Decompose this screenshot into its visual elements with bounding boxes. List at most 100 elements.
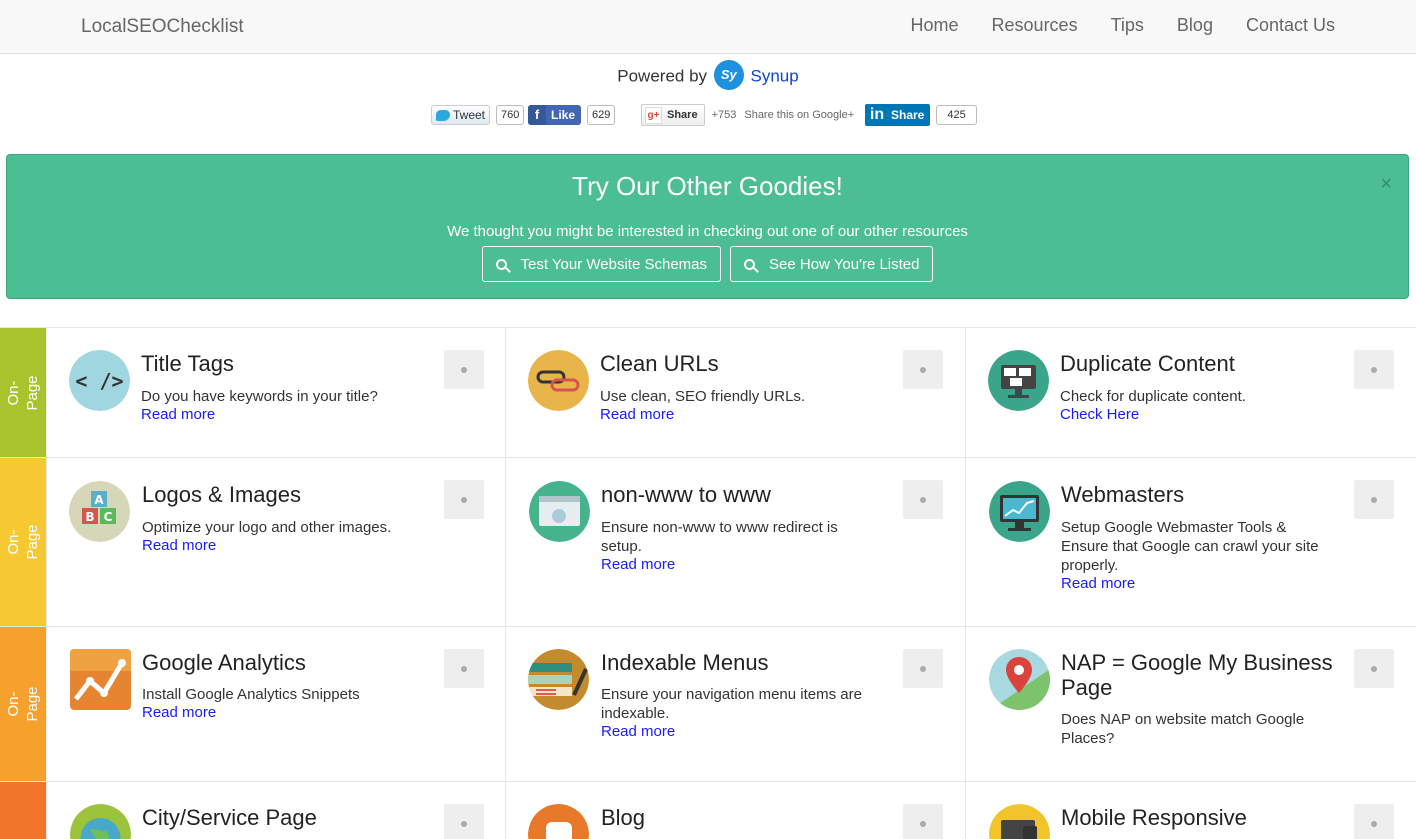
complete-checkbox[interactable]	[444, 480, 484, 519]
item-title: Indexable Menus	[601, 650, 769, 675]
read-more-link[interactable]: Read more	[601, 556, 675, 573]
checklist-item: Duplicate Content Check for duplicate co…	[965, 328, 1416, 457]
see-listed-button[interactable]: See How You're Listed	[730, 246, 934, 282]
read-more-link[interactable]: Read more	[601, 723, 675, 740]
item-description: Check for duplicate content.	[1060, 388, 1246, 405]
item-title: Mobile Responsive	[1061, 805, 1247, 830]
browser-gear-icon	[529, 481, 590, 542]
checklist-item: Blog	[505, 782, 965, 839]
read-more-link[interactable]: Read more	[141, 406, 215, 423]
read-more-link[interactable]: Read more	[600, 406, 674, 423]
item-title: NAP = Google My Business Page	[1061, 650, 1333, 700]
item-description: Optimize your logo and other images.	[142, 519, 392, 536]
item-description: Install Google Analytics Snippets	[142, 686, 360, 703]
tweet-widget: Tweet 760	[431, 104, 525, 126]
globe-icon	[70, 804, 131, 839]
checklist-row: On- Page < /> Title Tags Do you have keyw…	[0, 327, 1416, 457]
complete-checkbox[interactable]	[903, 804, 943, 839]
item-title: Clean URLs	[600, 351, 719, 376]
item-title: City/Service Page	[142, 805, 317, 830]
goodies-banner: Try Our Other Goodies! × We thought you …	[6, 154, 1409, 299]
synup-link[interactable]: Synup	[751, 66, 799, 85]
search-icon	[744, 258, 756, 270]
analytics-chart-icon	[70, 649, 131, 710]
checklist-item: Google Analytics Install Google Analytic…	[46, 627, 506, 781]
complete-checkbox[interactable]	[903, 649, 943, 688]
complete-checkbox[interactable]	[1354, 649, 1394, 688]
complete-checkbox[interactable]	[444, 350, 484, 389]
checklist-grid: On- Page < /> Title Tags Do you have keyw…	[0, 327, 1416, 839]
checklist-item: Indexable Menus Ensure your navigation m…	[505, 627, 965, 781]
read-more-link[interactable]: Read more	[142, 537, 216, 554]
category-label: On- Page	[0, 458, 46, 626]
banner-close-icon[interactable]: ×	[1380, 173, 1392, 196]
see-listed-label: See How You're Listed	[769, 255, 920, 273]
svg-text:A: A	[94, 493, 104, 507]
checklist-item: non-www to www Ensure non-www to www red…	[505, 458, 965, 626]
item-title: Logos & Images	[142, 482, 301, 507]
nav-tips[interactable]: Tips	[1111, 15, 1144, 36]
nav-blog[interactable]: Blog	[1177, 15, 1213, 36]
menu-pen-icon	[528, 649, 589, 710]
linkedin-widget: in Share 425	[865, 104, 977, 126]
nav-links: Home Resources Tips Blog Contact Us	[911, 15, 1335, 36]
checklist-item: NAP = Google My Business Page Does NAP o…	[965, 627, 1416, 781]
item-title: Duplicate Content	[1060, 351, 1235, 376]
complete-checkbox[interactable]	[1354, 804, 1394, 839]
synup-logo-icon[interactable]: Sy	[713, 60, 744, 90]
abc-blocks-icon: ABC	[69, 481, 130, 542]
navbar: LocalSEOChecklist Home Resources Tips Bl…	[0, 0, 1416, 54]
read-more-link[interactable]: Read more	[1061, 575, 1135, 592]
monitor-chart-icon	[989, 481, 1050, 542]
powered-by-label: Powered by	[617, 66, 708, 86]
test-schemas-button[interactable]: Test Your Website Schemas	[481, 246, 722, 282]
svg-text:< />: < />	[75, 369, 123, 393]
facebook-like-button[interactable]: f Like	[528, 105, 582, 125]
test-schemas-label: Test Your Website Schemas	[520, 255, 708, 273]
complete-checkbox[interactable]	[1354, 350, 1394, 389]
checklist-row: On- Page Google Analytics Install Google …	[0, 626, 1416, 781]
check-here-link[interactable]: Check Here	[1060, 406, 1139, 423]
like-widget: f Like 629	[528, 104, 616, 126]
banner-title: Try Our Other Goodies!	[572, 171, 843, 201]
category-label: On- Page	[0, 627, 46, 781]
complete-checkbox[interactable]	[444, 804, 484, 839]
banner-subtitle: We thought you might be interested in ch…	[447, 223, 968, 240]
item-description: Ensure non-www to www redirect is setup.	[601, 519, 838, 555]
tweet-count: 760	[496, 105, 525, 125]
code-icon: < />	[69, 350, 130, 411]
item-title: Webmasters	[1061, 482, 1185, 507]
checklist-row: On- Page ABC Logos & Images Optimize your…	[0, 457, 1416, 626]
search-icon	[495, 258, 507, 270]
item-description: Use clean, SEO friendly URLs.	[600, 388, 806, 405]
nav-home[interactable]: Home	[911, 15, 959, 36]
gplus-share-button[interactable]: g+ Share	[641, 104, 705, 126]
nav-contact[interactable]: Contact Us	[1246, 15, 1335, 36]
brand-logo[interactable]: LocalSEOChecklist	[81, 16, 244, 38]
checklist-item: < /> Title Tags Do you have keywords in …	[46, 328, 506, 457]
tweet-button[interactable]: Tweet	[431, 105, 491, 125]
checklist-item: Clean URLs Use clean, SEO friendly URLs.…	[505, 328, 965, 457]
item-description: Does NAP on website match Google Places?	[1061, 711, 1305, 747]
checklist-item: Webmasters Setup Google Webmaster Tools …	[965, 458, 1416, 626]
read-more-link[interactable]: Read more	[142, 704, 216, 721]
complete-checkbox[interactable]	[1354, 480, 1394, 519]
svg-text:C: C	[104, 510, 113, 524]
linkedin-count: 425	[936, 105, 977, 125]
linkedin-label: Share	[891, 108, 925, 122]
item-title: Title Tags	[141, 351, 234, 376]
complete-checkbox[interactable]	[444, 649, 484, 688]
complete-checkbox[interactable]	[903, 350, 943, 389]
powered-by: Powered by Sy Synup	[0, 60, 1416, 92]
item-description: Setup Google Webmaster Tools & Ensure th…	[1061, 519, 1319, 574]
gplus-widget: g+ Share +753 Share this on Google+	[641, 104, 856, 126]
linkedin-share-button[interactable]: in Share	[865, 104, 931, 126]
map-pin-icon	[989, 649, 1050, 710]
item-title: Blog	[601, 805, 646, 830]
social-share-bar: Tweet 760 f Like 629 g+ Share +753 Share…	[0, 104, 1416, 130]
like-count: 629	[587, 105, 616, 125]
banner-buttons: Test Your Website Schemas See How You're…	[7, 246, 1408, 282]
nav-resources[interactable]: Resources	[992, 15, 1078, 36]
category-label	[0, 782, 46, 839]
complete-checkbox[interactable]	[903, 480, 943, 519]
